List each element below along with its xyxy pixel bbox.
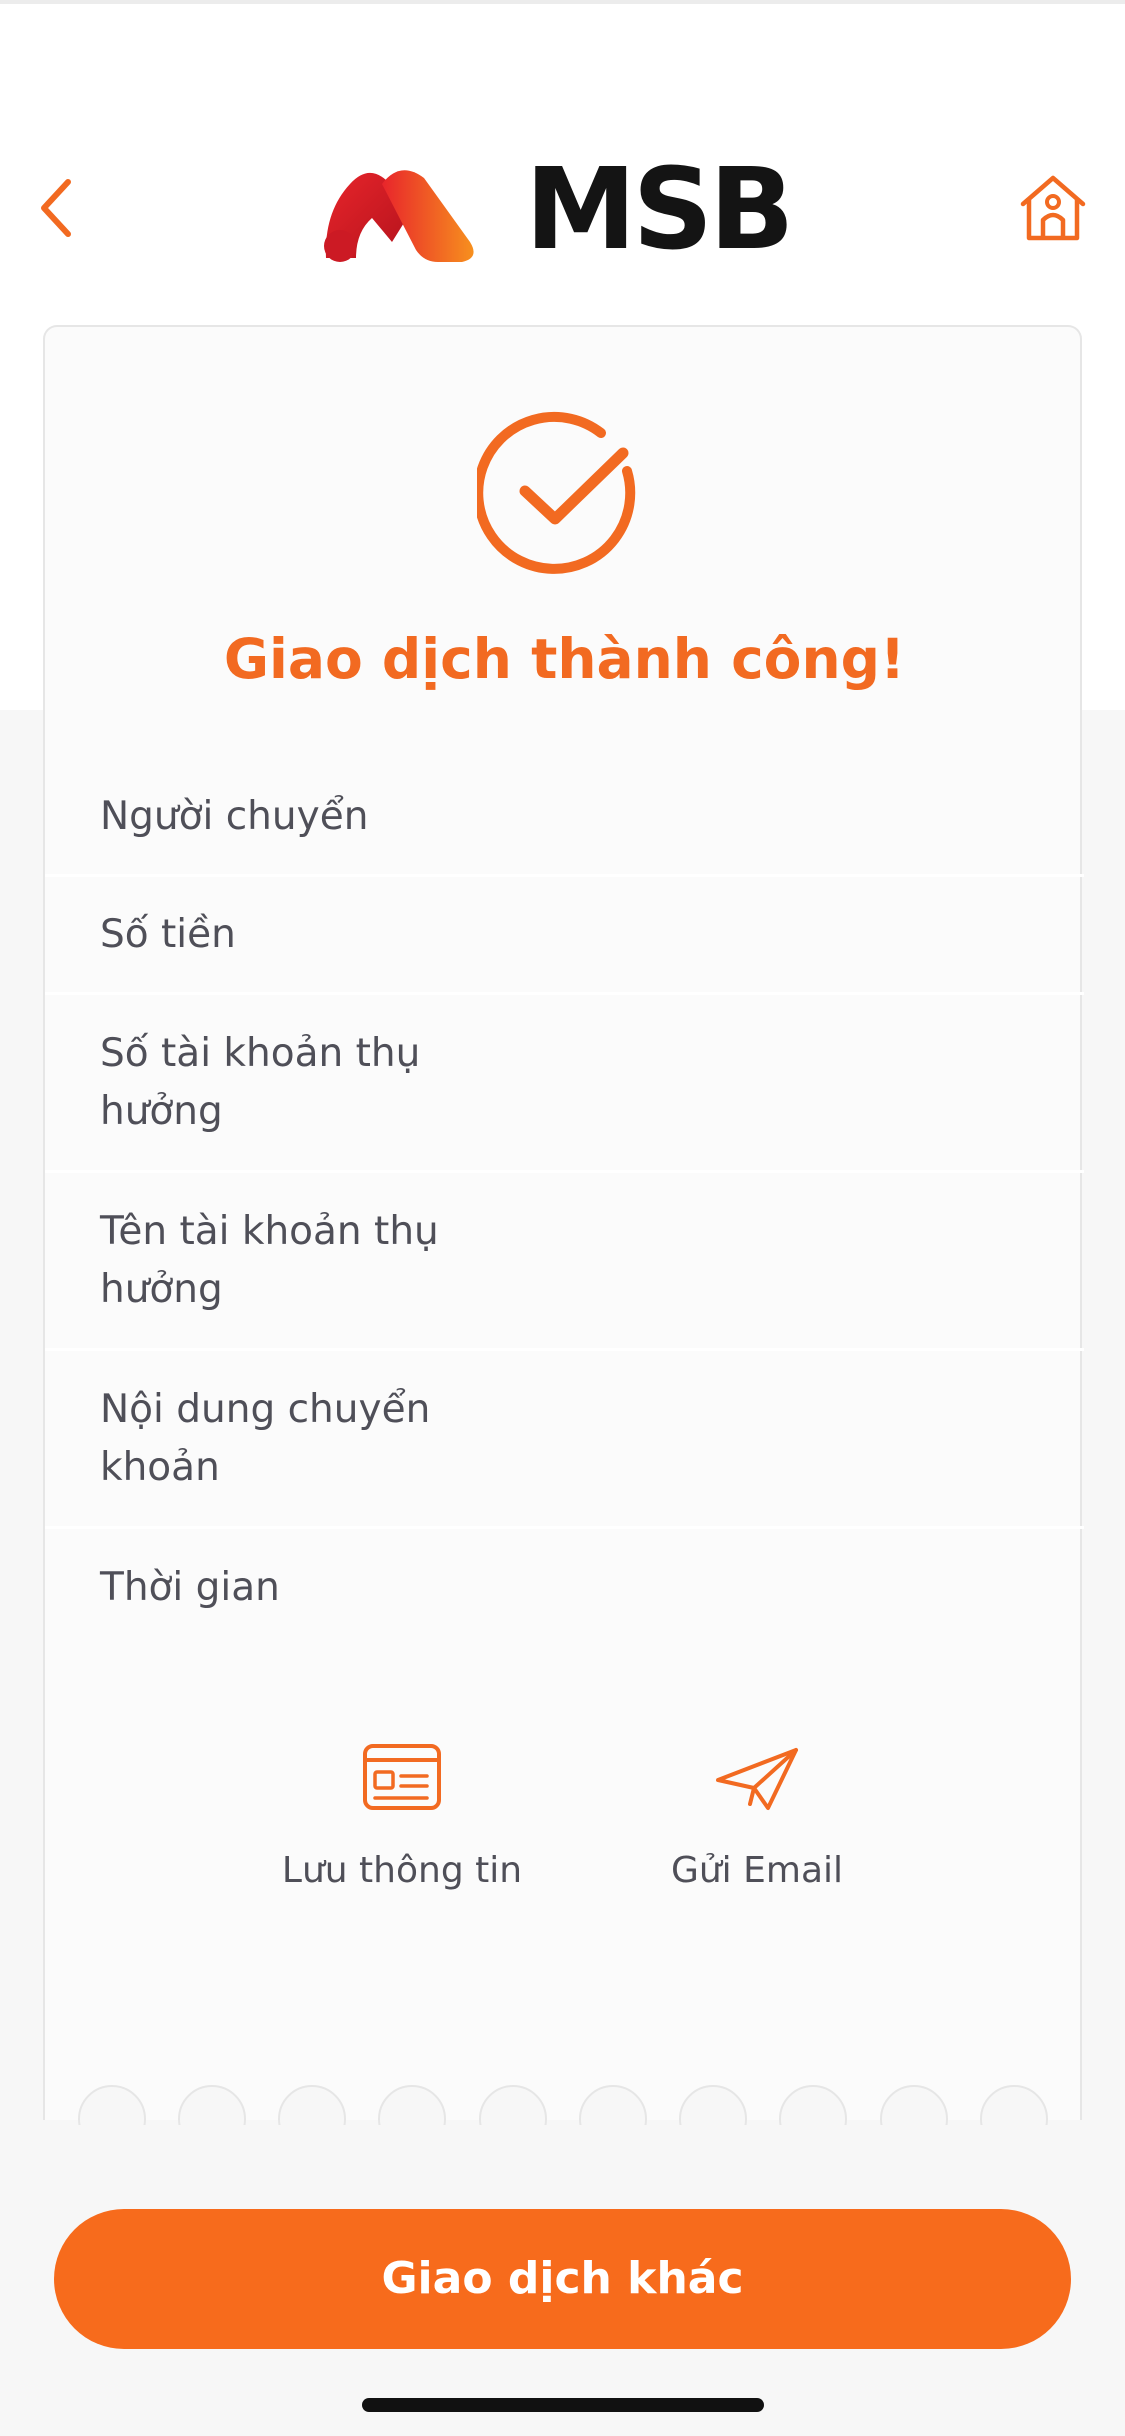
detail-row-amount: Số tiền xyxy=(45,877,1084,995)
detail-row-content: Nội dung chuyển khoản xyxy=(45,1351,1084,1529)
receipt-card: Giao dịch thành công! Người chuyển Số ti… xyxy=(43,325,1084,2125)
app-header: MSB xyxy=(0,130,1125,290)
detail-label: Nội dung chuyển khoản xyxy=(100,1386,431,1490)
send-email-button[interactable]: Gửi Email xyxy=(597,1732,917,1891)
save-info-label: Lưu thông tin xyxy=(281,1850,523,1891)
detail-row-sender: Người chuyển xyxy=(45,759,1084,877)
home-icon xyxy=(1020,175,1086,241)
detail-label: Người chuyển xyxy=(100,793,369,839)
new-transaction-button[interactable]: Giao dịch khác xyxy=(54,2209,1071,2349)
msb-logo-mark xyxy=(324,170,474,262)
send-email-label: Gửi Email xyxy=(670,1850,844,1891)
chevron-left-icon xyxy=(41,179,71,237)
detail-label: Số tài khoản thụ hưởng xyxy=(100,1030,421,1134)
detail-label: Số tiền xyxy=(100,911,236,957)
detail-row-account-name: Tên tài khoản thụ hưởng xyxy=(45,1173,1084,1351)
detail-row-account-number: Số tài khoản thụ hưởng xyxy=(45,995,1084,1173)
save-info-button[interactable]: Lưu thông tin xyxy=(242,1732,562,1891)
brand-name: MSB xyxy=(525,145,794,275)
back-button[interactable] xyxy=(30,166,100,246)
check-circle-icon xyxy=(477,411,636,574)
id-card-icon xyxy=(363,1744,441,1810)
success-title: Giao dịch thành công! xyxy=(223,627,906,691)
detail-row-time: Thời gian xyxy=(45,1529,1084,1647)
details-list: Người chuyển Số tiền Số tài khoản thụ hư… xyxy=(45,759,1084,1647)
home-button[interactable] xyxy=(1015,170,1091,246)
detail-label: Tên tài khoản thụ hưởng xyxy=(100,1208,439,1312)
status-divider xyxy=(0,0,1125,4)
home-indicator xyxy=(362,2398,764,2412)
detail-label: Thời gian xyxy=(100,1565,280,1610)
msb-logo: MSB xyxy=(320,145,794,275)
receipt-edge xyxy=(45,2085,1084,2125)
receipt-actions: Lưu thông tin Gửi Email xyxy=(45,1732,1084,1932)
paper-plane-icon xyxy=(716,1748,798,1810)
